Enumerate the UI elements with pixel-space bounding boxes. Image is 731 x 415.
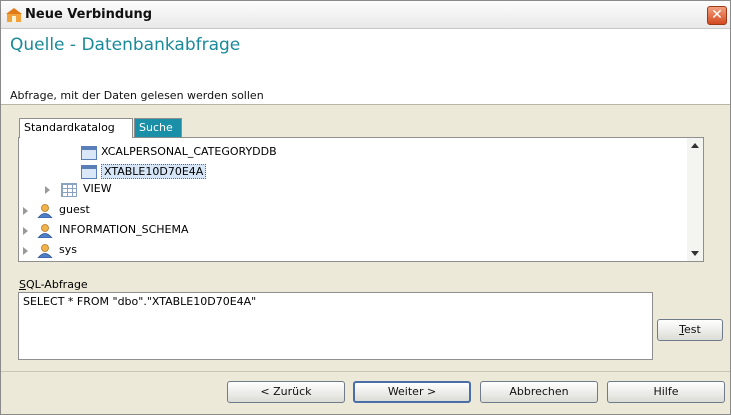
test-button[interactable]: Test <box>657 319 723 341</box>
tree-item-label: sys <box>59 243 77 256</box>
user-icon <box>37 244 53 258</box>
cancel-button[interactable]: Abbrechen <box>480 381 598 403</box>
tree-item-label: XCALPERSONAL_CATEGORYDDB <box>101 145 277 158</box>
page-subtitle: Abfrage, mit der Daten gelesen werden so… <box>10 89 264 102</box>
sql-label-text: QL-Abfrage <box>25 278 88 291</box>
help-button[interactable]: Hilfe <box>607 381 725 403</box>
tree-item-label: guest <box>59 203 90 216</box>
window-title: Neue Verbindung <box>25 7 153 22</box>
tab-standardkatalog[interactable]: Standardkatalog <box>19 118 133 138</box>
tree-scrollbar[interactable] <box>687 138 703 261</box>
view-icon <box>61 183 77 197</box>
tree-item-label: INFORMATION_SCHEMA <box>59 223 189 236</box>
table-icon <box>81 146 97 160</box>
back-button[interactable]: < Zurück <box>227 381 345 403</box>
tree-item-xtable10d70e4a[interactable]: XTABLE10D70E4A <box>81 163 381 181</box>
expand-arrow-icon[interactable] <box>23 227 28 235</box>
close-icon: ✕ <box>711 7 723 23</box>
dialog-window: Neue Verbindung ✕ Quelle - Datenbankabfr… <box>0 0 731 415</box>
title-bar[interactable]: Neue Verbindung ✕ <box>1 1 730 29</box>
expand-arrow-icon[interactable] <box>23 247 28 255</box>
sql-label: SQL-Abfrage <box>19 278 88 291</box>
tab-suche[interactable]: Suche <box>134 118 182 137</box>
tree-item-label: XTABLE10D70E4A <box>101 164 207 179</box>
scroll-down-icon[interactable] <box>691 251 699 256</box>
tree-item-sys[interactable]: sys <box>23 242 323 260</box>
user-icon <box>37 224 53 238</box>
tree-item-view[interactable]: VIEW <box>45 181 345 199</box>
expand-arrow-icon[interactable] <box>45 186 50 194</box>
user-icon <box>37 204 53 218</box>
expand-arrow-icon[interactable] <box>23 207 28 215</box>
page-title: Quelle - Datenbankabfrage <box>10 35 241 55</box>
close-button[interactable]: ✕ <box>707 6 727 25</box>
header-panel: Quelle - Datenbankabfrage Abfrage, mit d… <box>1 29 730 105</box>
tree-item-label: VIEW <box>83 182 112 195</box>
scroll-up-icon[interactable] <box>691 143 699 148</box>
tree-item-guest[interactable]: guest <box>23 202 323 220</box>
tree-item-xcalpersonal[interactable]: XCALPERSONAL_CATEGORYDDB <box>81 144 381 162</box>
tree-item-information-schema[interactable]: INFORMATION_SCHEMA <box>23 222 323 240</box>
table-icon <box>81 165 97 179</box>
test-button-label: est <box>684 323 701 336</box>
catalog-tree[interactable]: XCALPERSONAL_CATEGORYDDB XTABLE10D70E4A … <box>18 137 704 262</box>
next-button[interactable]: Weiter > <box>353 381 471 403</box>
sql-query-input[interactable]: SELECT * FROM "dbo"."XTABLE10D70E4A" <box>18 292 653 360</box>
footer-divider <box>1 371 730 372</box>
app-icon <box>6 8 22 22</box>
sql-label-mnemonic: S <box>19 278 26 291</box>
